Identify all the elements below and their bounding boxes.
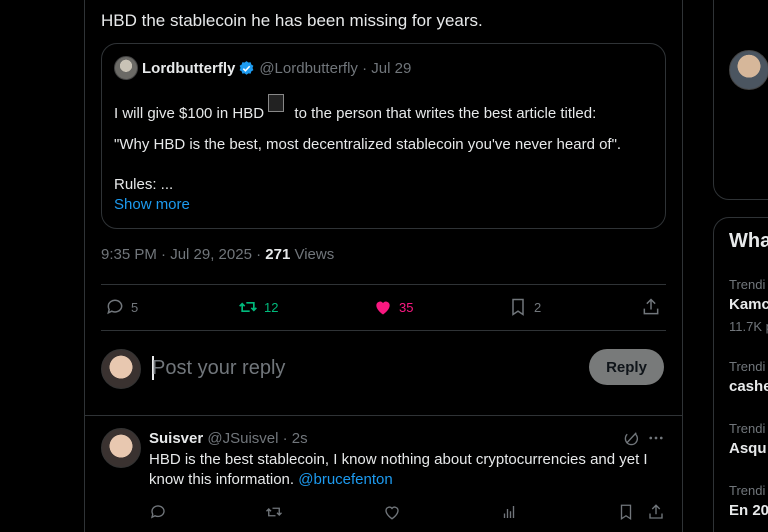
trend-item[interactable]: En 20 [729, 502, 768, 519]
analytics-icon[interactable] [500, 503, 518, 521]
views-count: 271 [265, 246, 291, 263]
comment-body: HBD is the best stablecoin, I know nothi… [149, 451, 648, 488]
bookmark-count: 2 [534, 299, 542, 315]
divider [101, 284, 666, 285]
reply-submit-button[interactable]: Reply [589, 349, 664, 385]
quoted-text-line-2: "Why HBD is the best, most decentralized… [114, 136, 622, 153]
broken-image-icon [268, 94, 285, 112]
mention-link[interactable]: @brucefenton [298, 471, 392, 488]
comment-header: Suisver @JSuisvel · 2s [149, 429, 308, 449]
quoted-author-name[interactable]: Lordbutterfly [142, 60, 235, 77]
divider [101, 330, 666, 331]
trend-label: Trendi [729, 421, 766, 436]
bookmark-icon[interactable] [617, 503, 635, 521]
verified-badge-icon [239, 60, 254, 75]
trend-label: Trendi [729, 359, 766, 374]
trend-item[interactable]: Asqu [729, 440, 767, 457]
avatar[interactable] [114, 56, 138, 80]
avatar[interactable] [729, 50, 768, 90]
avatar[interactable] [101, 428, 141, 468]
quoted-text: to the person that writes the best artic… [294, 105, 597, 122]
share-icon [643, 298, 659, 315]
tweet-text-line: HBD the stablecoin he has been missing f… [101, 11, 483, 30]
views-label: Views [290, 246, 335, 263]
divider [85, 415, 682, 416]
more-options-icon[interactable] [647, 429, 665, 447]
trend-label: Trendi [729, 483, 766, 498]
share-button[interactable] [641, 295, 667, 319]
reply-input[interactable]: Post your reply [152, 355, 285, 381]
quoted-text-line-1: I will give $100 in HBD to the person th… [114, 94, 596, 124]
repost-count: 12 [264, 299, 279, 315]
quoted-tweet-card[interactable]: Lordbutterfly @Lordbutterfly · Jul 29 I … [101, 43, 666, 229]
bookmark-icon [512, 298, 524, 316]
comment-text: HBD is the best stablecoin, I know nothi… [149, 450, 669, 490]
trends-title: Wha [729, 230, 768, 252]
repost-icon [239, 302, 257, 312]
tweet-timestamp: 9:35 PM · Jul 29, 2025 · 271 Views [101, 245, 334, 265]
trend-label: Trendi [729, 277, 766, 292]
comment-handle-time[interactable]: @JSuisvel · 2s [207, 430, 307, 447]
timestamp-text[interactable]: 9:35 PM · Jul 29, 2025 · [101, 246, 265, 263]
trend-item[interactable]: Kamc [729, 296, 768, 313]
reply-button[interactable]: 5 [105, 295, 138, 319]
quoted-handle-date[interactable]: @Lordbutterfly · Jul 29 [259, 60, 411, 77]
heart-icon[interactable] [383, 503, 401, 521]
heart-icon [376, 301, 390, 315]
quoted-text-line-3: Rules: ... [114, 176, 174, 193]
reply-icon[interactable] [149, 503, 167, 521]
sidebar-profile-card [713, 0, 768, 200]
tweet-text: HBD the stablecoin he has been missing f… [101, 0, 661, 30]
comment-author-name[interactable]: Suisver [149, 430, 203, 447]
repost-icon[interactable] [265, 503, 283, 521]
show-more-link[interactable]: Show more [114, 195, 190, 215]
grok-icon[interactable] [622, 429, 640, 447]
trend-item[interactable]: cashe [729, 378, 768, 395]
quoted-tweet-header: Lordbutterfly @Lordbutterfly · Jul 29 [114, 56, 411, 80]
avatar[interactable] [101, 349, 141, 389]
trend-count: 11.7K p [729, 319, 768, 334]
reply-count: 5 [131, 299, 139, 315]
like-count: 35 [399, 299, 414, 315]
share-icon[interactable] [647, 503, 665, 521]
like-button[interactable]: 35 [373, 295, 413, 319]
repost-button[interactable]: 12 [238, 295, 278, 319]
bookmark-button[interactable]: 2 [508, 295, 541, 319]
reply-icon [107, 299, 123, 315]
quoted-text: I will give $100 in HBD [114, 105, 265, 122]
